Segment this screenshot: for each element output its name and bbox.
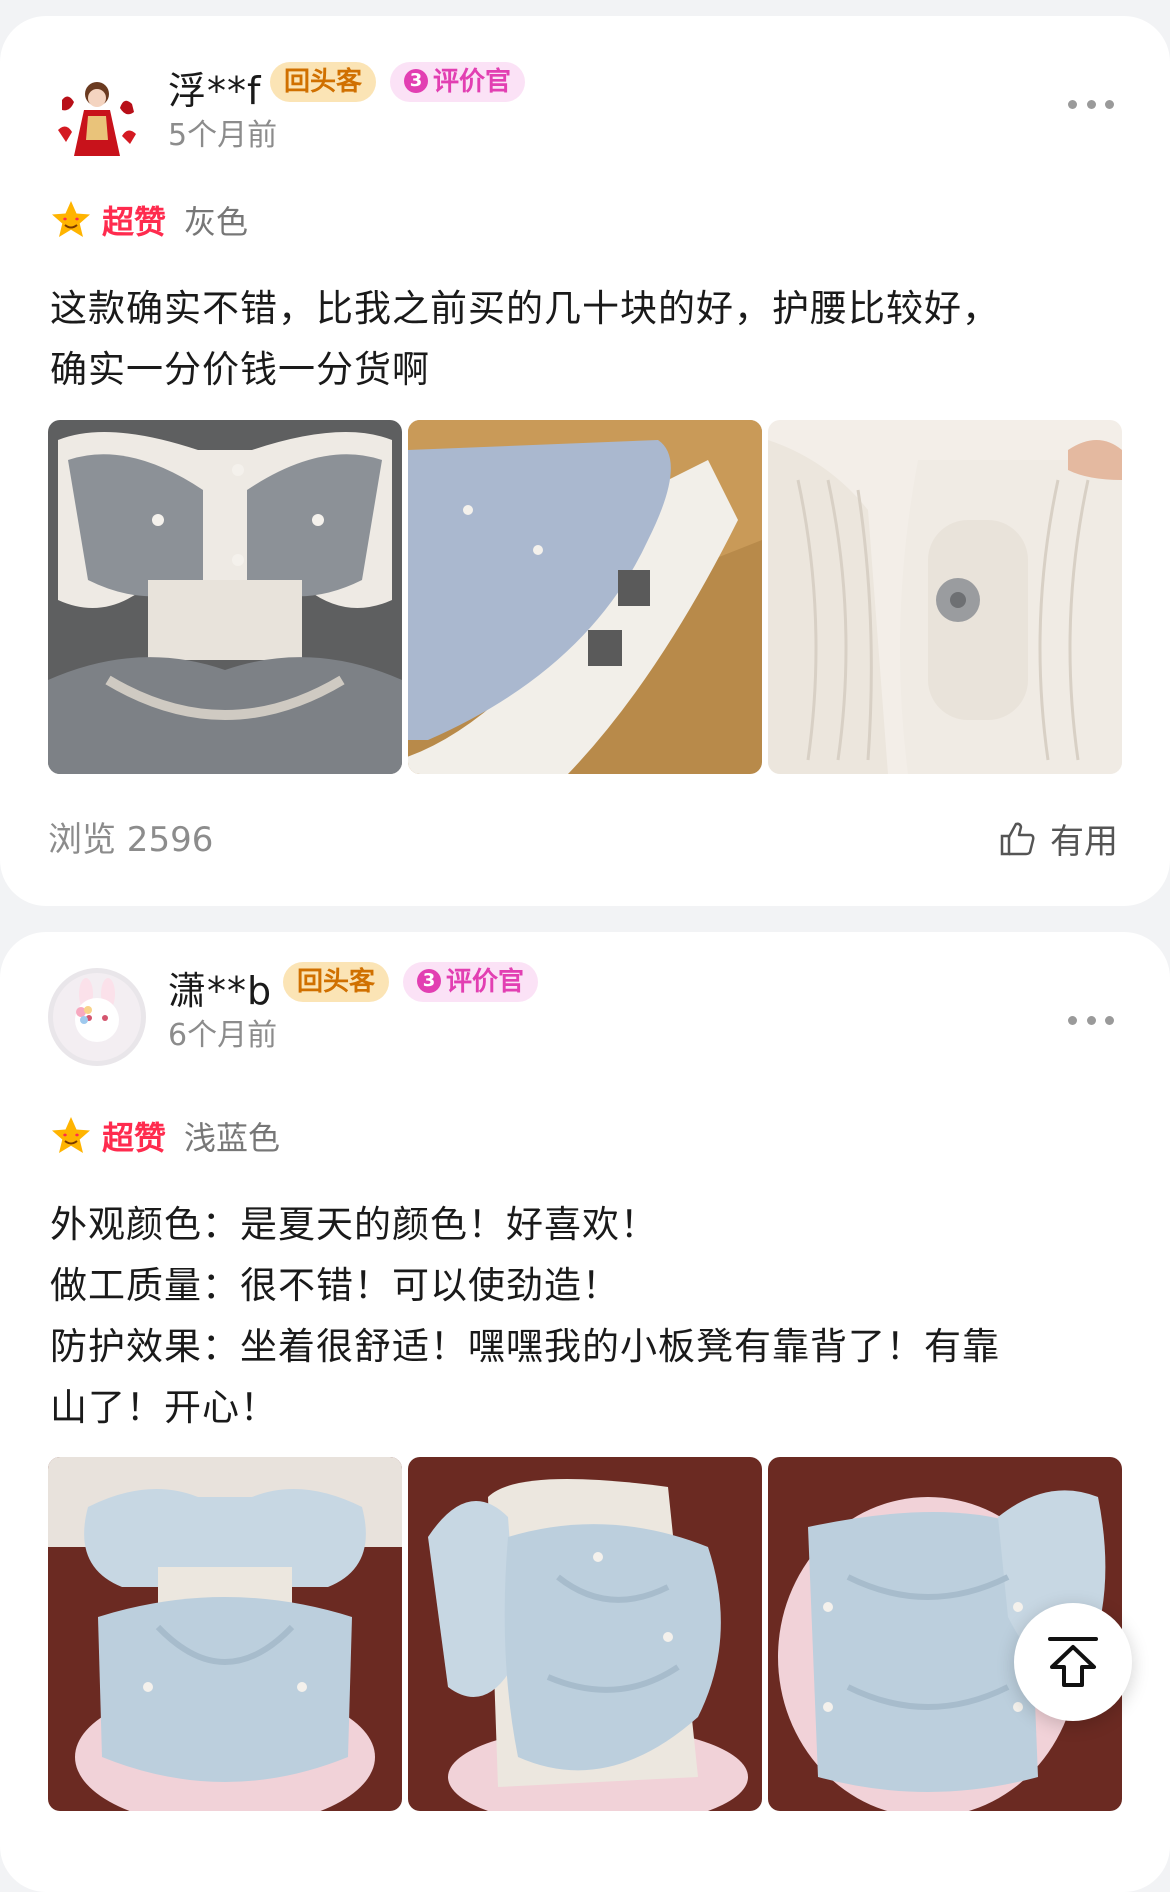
arrow-up-icon xyxy=(1048,1637,1098,1687)
view-count: 浏览 2596 xyxy=(48,820,214,860)
product-variant: 灰色 xyxy=(184,203,249,241)
rating: 超赞 浅蓝色 xyxy=(50,1113,280,1159)
rating-label: 超赞 xyxy=(102,203,167,241)
photo-gallery xyxy=(48,420,1122,774)
review-text: 外观颜色：是夏天的颜色！好喜欢！ 做工质量：很不错！可以使劲造！ 防护效果：坐着… xyxy=(50,1203,1000,1429)
review-photo[interactable] xyxy=(48,420,402,774)
product-variant: 浅蓝色 xyxy=(184,1119,281,1157)
reviewer-level: 3 xyxy=(417,968,441,993)
back-to-top-button[interactable] xyxy=(1014,1603,1132,1721)
thumbs-up-icon xyxy=(1000,822,1035,855)
review-text: 这款确实不错，比我之前买的几十块的好，护腰比较好， 确实一分价钱一分货啊 xyxy=(50,287,1000,391)
useful-button[interactable]: 有用 xyxy=(998,814,1118,863)
review-card: 潇**b 回头客 3 评价官 6个月前 超赞 浅蓝色 外观颜色：是夏天的颜色！好喜… xyxy=(0,932,1170,1892)
repeat-customer-badge: 回头客 xyxy=(270,62,377,102)
repeat-customer-badge: 回头客 xyxy=(283,962,390,1002)
star-face-icon xyxy=(52,1117,90,1153)
photo-gallery xyxy=(48,1457,1122,1811)
reviewer-badge[interactable]: 3 评价官 xyxy=(390,62,526,102)
user-avatar[interactable] xyxy=(48,968,146,1066)
review-time: 6个月前 xyxy=(168,1018,278,1053)
review-photo[interactable] xyxy=(408,1457,762,1811)
user-avatar[interactable] xyxy=(48,70,146,168)
reviewer-level: 3 xyxy=(404,68,428,93)
reviewer-badge[interactable]: 3 评价官 xyxy=(403,962,539,1002)
review-photo[interactable] xyxy=(48,1457,402,1811)
review-photo[interactable] xyxy=(768,420,1122,774)
rating: 超赞 灰色 xyxy=(50,197,248,243)
review-time: 5个月前 xyxy=(168,118,278,153)
username[interactable]: 潇**b xyxy=(168,960,272,1015)
username[interactable]: 浮**f xyxy=(168,60,261,115)
rating-label: 超赞 xyxy=(102,1119,167,1157)
review-card: 浮**f 回头客 3 评价官 5个月前 超赞 灰色 这款确实不错，比我之前买的几十… xyxy=(0,16,1170,906)
star-face-icon xyxy=(52,201,90,237)
more-dots-icon[interactable] xyxy=(1068,97,1114,111)
more-dots-icon[interactable] xyxy=(1068,1013,1114,1027)
review-photo[interactable] xyxy=(408,420,762,774)
